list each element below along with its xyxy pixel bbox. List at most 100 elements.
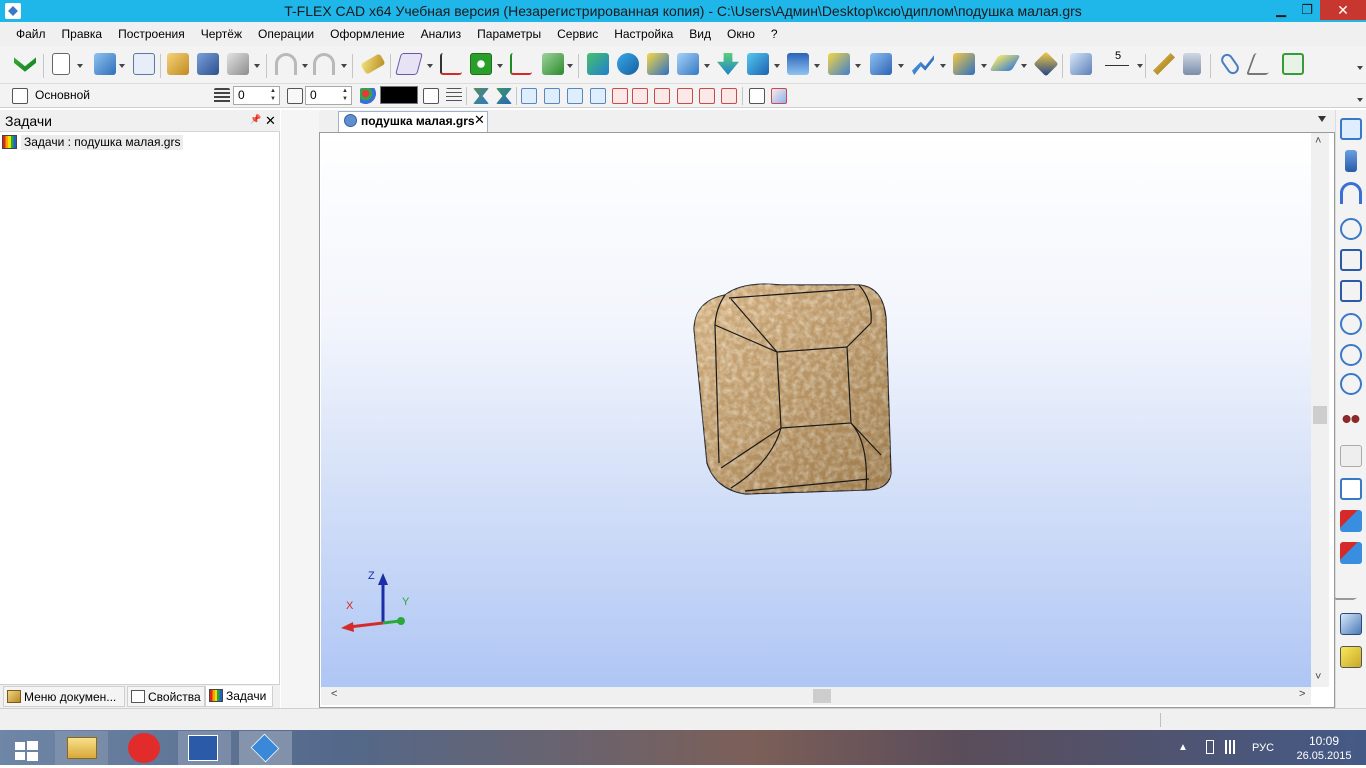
- check-model-icon[interactable]: [1340, 510, 1362, 532]
- style-selector[interactable]: Основной: [35, 88, 90, 102]
- zoom-out-icon[interactable]: [1340, 344, 1362, 366]
- magnet-icon[interactable]: [1340, 182, 1362, 204]
- thicken-dropdown-icon[interactable]: [855, 64, 861, 68]
- snap-middle-icon[interactable]: [567, 88, 583, 104]
- section-icon[interactable]: [1333, 578, 1366, 600]
- taskbar-tflex[interactable]: [239, 731, 292, 765]
- clock-time[interactable]: 10:09: [1304, 734, 1344, 748]
- save-file-icon[interactable]: [197, 53, 219, 75]
- menu-edit[interactable]: Правка: [54, 22, 111, 46]
- snap-node-icon[interactable]: [521, 88, 537, 104]
- shape-dropdown-icon[interactable]: [981, 64, 987, 68]
- menu-window[interactable]: Окно: [719, 22, 763, 46]
- snap-grid-icon[interactable]: [590, 88, 606, 104]
- 3d-profile-dropdown-icon[interactable]: [567, 64, 573, 68]
- menu-operations[interactable]: Операции: [250, 22, 322, 46]
- snap-parallel-icon[interactable]: [721, 88, 737, 104]
- copy-view-icon[interactable]: [1340, 445, 1362, 467]
- line-type-icon[interactable]: [423, 88, 439, 104]
- new-file-icon[interactable]: [52, 53, 70, 75]
- layer-input[interactable]: 0 ▲ ▼: [233, 86, 280, 105]
- menu-construct[interactable]: Построения: [110, 22, 193, 46]
- panel-close-icon[interactable]: ✕: [265, 113, 276, 129]
- snap-tangent-icon[interactable]: [654, 88, 670, 104]
- open-file-icon[interactable]: [167, 53, 189, 75]
- fillet-dropdown-icon[interactable]: [774, 64, 780, 68]
- shell-dropdown-icon[interactable]: [898, 64, 904, 68]
- snap-intersection-icon[interactable]: [612, 88, 628, 104]
- tray-expand-icon[interactable]: ▲: [1178, 742, 1188, 753]
- snap-end-icon[interactable]: [544, 88, 560, 104]
- surface-dropdown-icon[interactable]: [1021, 64, 1027, 68]
- zoom-page-icon[interactable]: [1340, 280, 1362, 302]
- check-all-icon[interactable]: [1340, 542, 1362, 564]
- redo-dropdown-icon[interactable]: [341, 64, 347, 68]
- 3d-snap-icon[interactable]: [749, 88, 765, 104]
- push-pull-icon[interactable]: [717, 53, 739, 75]
- pin-icon[interactable]: 📌: [250, 114, 261, 125]
- zoom-window-icon[interactable]: [1340, 218, 1362, 240]
- menu-analysis[interactable]: Анализ: [413, 22, 470, 46]
- array-dropdown-icon[interactable]: [814, 64, 820, 68]
- paperclip-icon[interactable]: [1218, 51, 1242, 77]
- scroll-right-icon[interactable]: >: [1299, 688, 1305, 700]
- minimize-button[interactable]: ▁: [1268, 0, 1294, 20]
- battery-icon[interactable]: [1206, 740, 1214, 754]
- assembly-window-icon[interactable]: [133, 53, 155, 75]
- loft-icon[interactable]: [647, 53, 669, 75]
- style-icon[interactable]: [12, 88, 28, 104]
- sketch-pencil-icon[interactable]: [360, 53, 386, 75]
- 3d-snap-settings-icon[interactable]: [771, 88, 787, 104]
- 3d-viewport[interactable]: Z X Y: [321, 133, 1311, 687]
- boolean-dropdown-icon[interactable]: [704, 64, 710, 68]
- confirm-icon[interactable]: [14, 57, 36, 72]
- line-weight-icon[interactable]: [446, 88, 462, 104]
- horizontal-scroll-thumb[interactable]: [813, 689, 831, 703]
- rotation-icon[interactable]: [617, 53, 639, 75]
- menu-parameters[interactable]: Параметры: [469, 22, 549, 46]
- print-dropdown-icon[interactable]: [254, 64, 260, 68]
- level-down-icon[interactable]: ▼: [342, 95, 350, 103]
- close-button[interactable]: ✕: [1320, 0, 1366, 20]
- document-tab-close-icon[interactable]: ✕: [474, 112, 485, 128]
- level-up-icon[interactable]: ▲: [342, 87, 350, 95]
- color-palette-icon[interactable]: [360, 88, 376, 104]
- taskbar-yandex-browser[interactable]: [118, 731, 171, 765]
- taskbar-word[interactable]: [178, 731, 231, 765]
- hammer-icon[interactable]: [1153, 53, 1175, 75]
- tab-properties[interactable]: Свойства: [127, 686, 205, 707]
- menu-service[interactable]: Сервис: [549, 22, 606, 46]
- split-view-icon[interactable]: [1340, 478, 1362, 500]
- tools-icon[interactable]: [1245, 53, 1277, 75]
- dimension-dropdown-icon[interactable]: [1137, 64, 1143, 68]
- lcs-icon[interactable]: [440, 53, 462, 75]
- zoom-dynamic-icon[interactable]: [1340, 373, 1362, 395]
- tab-list-dropdown-icon[interactable]: [1318, 116, 1326, 122]
- calculator-icon[interactable]: [1183, 53, 1201, 75]
- 3d-node-icon[interactable]: [470, 53, 492, 75]
- render-mode-icon[interactable]: [1340, 646, 1362, 668]
- layer-down-icon[interactable]: ▼: [270, 95, 278, 103]
- sweep-icon[interactable]: [912, 55, 934, 75]
- menu-settings[interactable]: Настройка: [606, 22, 681, 46]
- panel-splitter[interactable]: [281, 110, 319, 708]
- level-input[interactable]: 0 ▲ ▼: [305, 86, 352, 105]
- layer-up-icon[interactable]: ▲: [270, 87, 278, 95]
- undo-icon[interactable]: [275, 53, 297, 75]
- surface-icon[interactable]: [989, 55, 1021, 71]
- 3d-node-dropdown-icon[interactable]: [497, 64, 503, 68]
- sweep-dropdown-icon[interactable]: [940, 64, 946, 68]
- filter-settings-icon[interactable]: [496, 88, 512, 104]
- redo-icon[interactable]: [313, 53, 335, 75]
- print-icon[interactable]: [227, 53, 249, 75]
- standard-views-icon[interactable]: [1340, 613, 1362, 635]
- network-signal-icon[interactable]: [1222, 740, 1238, 754]
- snap-quadrant-icon[interactable]: [677, 88, 693, 104]
- fragment-icon[interactable]: [1282, 53, 1304, 75]
- vertical-scroll-thumb[interactable]: [1313, 406, 1327, 424]
- menu-drawing[interactable]: Чертёж: [193, 22, 250, 46]
- glasses-icon[interactable]: [1340, 408, 1362, 430]
- tab-tasks[interactable]: Задачи: [205, 686, 273, 707]
- start-button[interactable]: [0, 731, 53, 765]
- maximize-button[interactable]: ❐: [1294, 0, 1320, 20]
